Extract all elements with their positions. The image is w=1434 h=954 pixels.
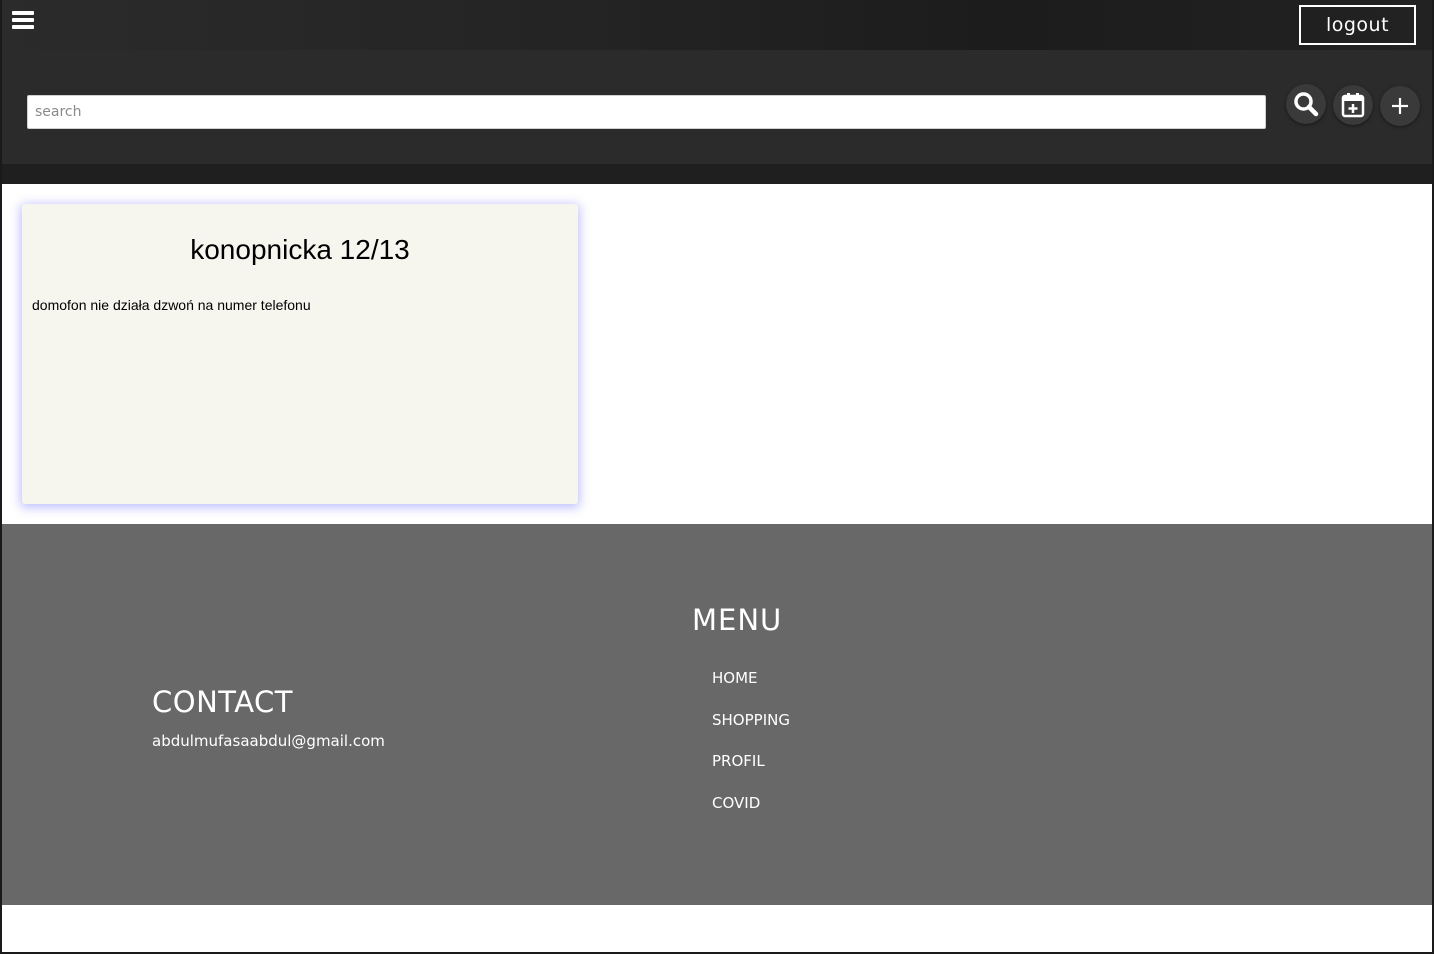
add-note-button[interactable] <box>1380 86 1420 126</box>
hamburger-icon[interactable] <box>12 11 34 33</box>
footer-menu-item-profil[interactable]: PROFIL <box>712 752 790 794</box>
search-input[interactable] <box>27 95 1266 129</box>
plus-icon <box>1392 98 1408 114</box>
footer-menu-item-covid[interactable]: COVID <box>712 794 790 836</box>
search-bar <box>2 50 1432 164</box>
footer-menu-item-shopping[interactable]: SHOPPING <box>712 711 790 753</box>
search-icon <box>1294 92 1319 117</box>
search-button[interactable] <box>1286 84 1326 124</box>
notes-area: konopnicka 12/13 domofon nie działa dzwo… <box>2 184 1432 524</box>
note-body: domofon nie działa dzwoń na numer telefo… <box>32 297 311 313</box>
calendar-plus-icon <box>1341 93 1365 118</box>
note-title: konopnicka 12/13 <box>190 234 410 265</box>
logout-button[interactable]: logout <box>1299 5 1416 45</box>
footer-menu: HOME SHOPPING PROFIL COVID <box>712 669 790 835</box>
footer-menu-item-home[interactable]: HOME <box>712 669 790 711</box>
contact-email: abdulmufasaabdul@gmail.com <box>152 732 385 750</box>
footer: CONTACT abdulmufasaabdul@gmail.com MENU … <box>2 524 1432 905</box>
note-card[interactable]: konopnicka 12/13 domofon nie działa dzwo… <box>22 204 578 504</box>
divider-bar <box>2 164 1432 184</box>
contact-title: CONTACT <box>152 685 294 719</box>
top-navbar: logout <box>0 0 1434 50</box>
add-event-button[interactable] <box>1333 85 1373 125</box>
footer-menu-title: MENU <box>692 603 783 637</box>
